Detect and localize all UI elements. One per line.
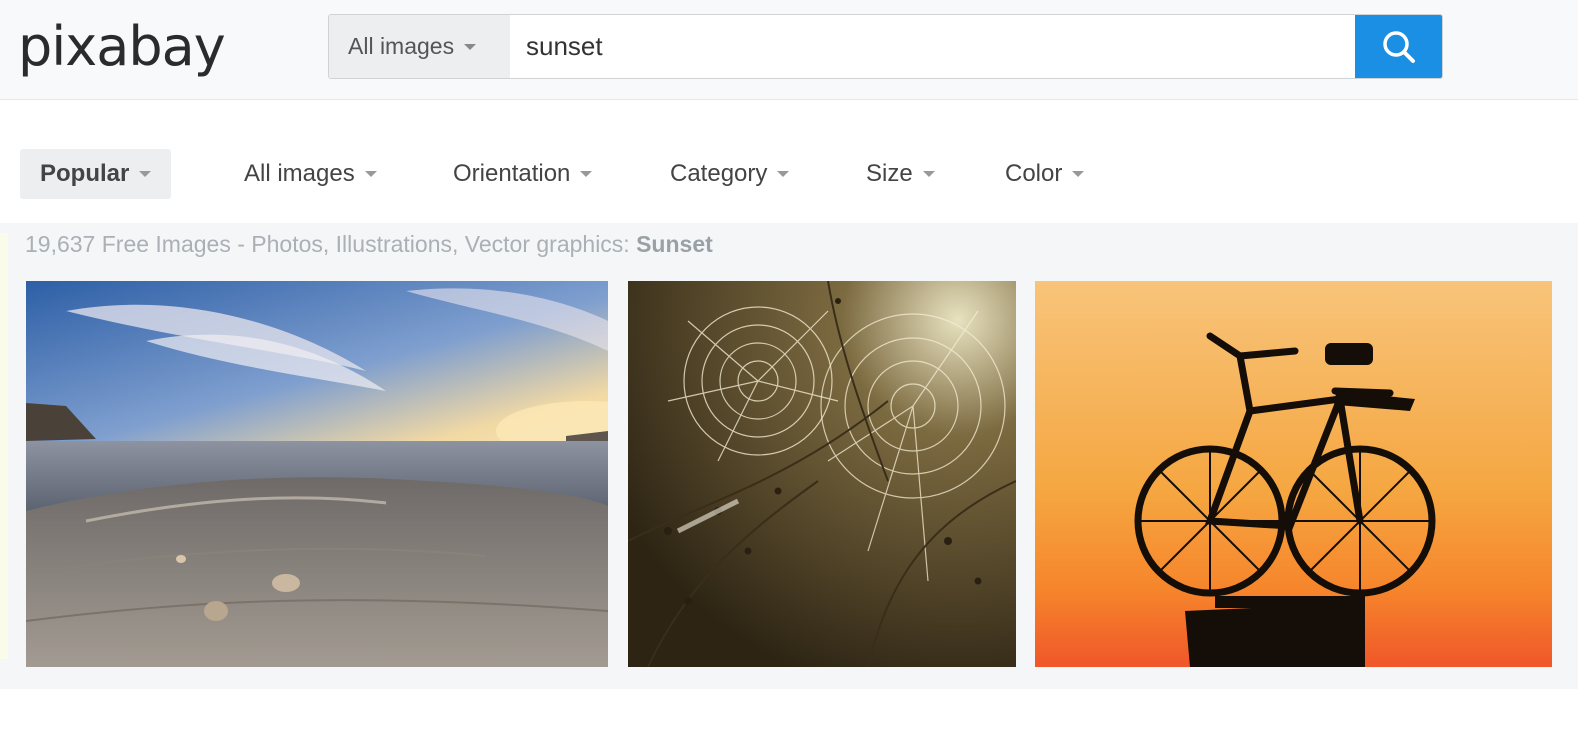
filter-label: Color [1005,160,1063,187]
sort-popular-dropdown[interactable]: Popular [20,149,172,199]
filter-label: Orientation [453,160,571,187]
chevron-down-icon [139,171,152,177]
filter-size[interactable]: Size [866,149,935,199]
search-bar: All images [328,14,1443,79]
result-image-bicycle[interactable] [1035,281,1552,667]
filter-label: Size [866,160,913,187]
page-bottom [0,689,1578,730]
filter-label: All images [244,160,355,187]
site-header: pixabay All images [0,0,1578,100]
filter-label: Popular [40,160,130,187]
results-count-text: 19,637 Free Images - Photos, Illustratio… [25,231,630,257]
chevron-down-icon [777,171,790,177]
coastline-photo [26,281,608,667]
search-type-label: All images [348,33,455,59]
search-icon [1382,30,1415,63]
bicycle-photo [1035,281,1552,667]
filter-image-type[interactable]: All images [244,149,377,199]
filter-color[interactable]: Color [1005,149,1085,199]
results-area: 19,637 Free Images - Photos, Illustratio… [0,223,1578,689]
search-button[interactable] [1355,15,1442,78]
spider-webs-photo [628,281,1016,667]
search-input[interactable] [510,15,1355,78]
filter-label: Category [670,160,768,187]
chevron-down-icon [580,171,593,177]
pixabay-logo[interactable]: pixabay [18,14,226,80]
filter-orientation[interactable]: Orientation [453,149,593,199]
chevron-down-icon [364,171,377,177]
filter-bar: Popular All images Orientation Category … [0,101,1578,223]
filter-category[interactable]: Category [670,149,790,199]
chevron-down-icon [922,171,935,177]
side-strip [0,233,8,659]
chevron-down-icon [1072,171,1085,177]
results-query: Sunset [636,231,713,257]
result-image-coastline[interactable] [26,281,608,667]
search-type-dropdown[interactable]: All images [329,15,510,78]
result-image-spider-webs[interactable] [628,281,1016,667]
results-heading: 19,637 Free Images - Photos, Illustratio… [25,231,713,258]
chevron-down-icon [464,43,477,50]
